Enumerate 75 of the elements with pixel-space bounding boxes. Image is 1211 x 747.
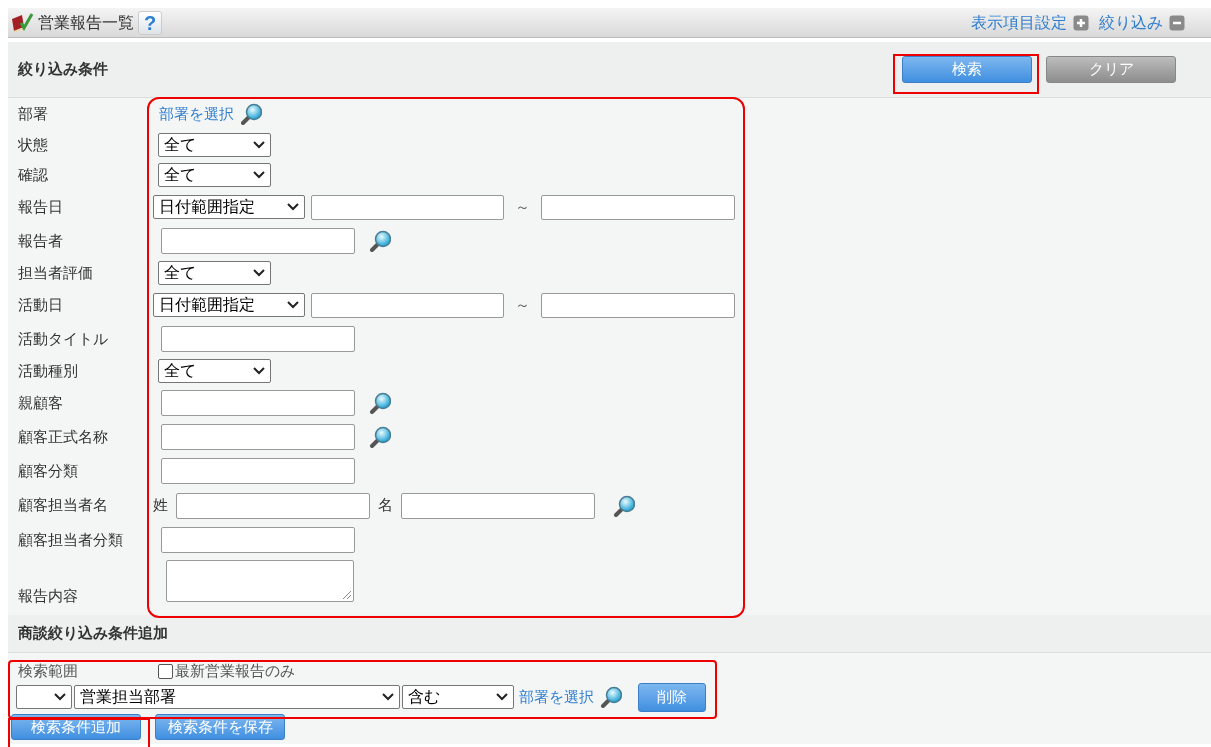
input-field[interactable] [161, 424, 355, 450]
section-title: 商談絞り込み条件追加 [18, 623, 168, 644]
dropdown[interactable]: 含む [402, 685, 514, 709]
field-label: 活動タイトル [17, 328, 109, 349]
field-label: 姓 [153, 495, 168, 516]
search-icon[interactable] [240, 103, 262, 125]
input-field[interactable] [161, 228, 355, 254]
dropdown[interactable]: 営業担当部署 [74, 685, 400, 709]
input-field[interactable] [161, 458, 355, 484]
text-area[interactable] [166, 560, 354, 602]
dropdown[interactable]: 全て [158, 133, 271, 157]
search-icon[interactable] [613, 494, 635, 517]
chevron-icon [287, 301, 299, 309]
clear-button[interactable]: クリア [1046, 56, 1176, 83]
chevron-icon [253, 269, 265, 277]
field-label: 活動日 [17, 294, 64, 315]
chevron-icon [54, 693, 66, 701]
range-separator: ～ [514, 294, 531, 315]
dropdown[interactable]: 全て [158, 261, 271, 285]
range-separator: ～ [514, 196, 531, 217]
input-field[interactable] [311, 292, 504, 318]
section-title: 絞り込み条件 [18, 59, 108, 80]
plus-icon[interactable] [1073, 14, 1089, 31]
search-button[interactable]: 検索 [902, 56, 1032, 83]
input-field[interactable] [541, 292, 735, 318]
chevron-icon [253, 171, 265, 179]
field-label: 顧客担当者名 [17, 495, 109, 516]
input-field[interactable] [161, 326, 355, 352]
input-field[interactable] [541, 194, 735, 220]
field-label: 活動種別 [17, 360, 79, 381]
field-label: 親顧客 [17, 392, 64, 413]
field-label: 名 [378, 495, 393, 516]
dropdown[interactable]: 全て [158, 163, 271, 187]
input-field[interactable] [161, 527, 355, 553]
chevron-icon [287, 203, 299, 211]
chevron-icon [253, 141, 265, 149]
field-label: 確認 [17, 164, 49, 185]
search-icon[interactable] [369, 230, 391, 252]
field-label: 報告者 [17, 230, 64, 251]
page-title: 営業報告一覧 [38, 12, 134, 33]
action-button[interactable]: 検索条件追加 [11, 714, 141, 740]
dropdown[interactable]: 全て [158, 359, 271, 383]
search-icon[interactable] [600, 686, 622, 708]
field-label: 担当者評価 [17, 262, 94, 283]
field-label: 部署 [17, 103, 49, 124]
field-label: 顧客分類 [17, 460, 79, 481]
resize-handle-icon[interactable] [342, 590, 352, 600]
header-link[interactable]: 表示項目設定 [971, 10, 1067, 35]
minus-icon[interactable] [1169, 14, 1185, 31]
dropdown[interactable]: 日付範囲指定 [153, 293, 305, 317]
checkbox[interactable] [158, 663, 173, 679]
header-link[interactable]: 絞り込み [1099, 10, 1163, 35]
field-label: 顧客正式名称 [17, 426, 109, 447]
chevron-icon [253, 367, 265, 375]
dropdown[interactable] [16, 685, 72, 709]
select-department-link[interactable]: 部署を選択 [159, 102, 234, 126]
dropdown[interactable]: 日付範囲指定 [153, 195, 305, 219]
delete-button[interactable]: 削除 [638, 682, 706, 712]
input-field[interactable] [311, 194, 504, 220]
chevron-icon [496, 693, 508, 701]
field-label: 顧客担当者分類 [17, 529, 124, 550]
action-button[interactable]: 検索条件を保存 [155, 714, 285, 740]
chevron-icon [382, 693, 394, 701]
help-button[interactable]: ? [138, 10, 162, 35]
input-field[interactable] [176, 492, 370, 519]
field-label: 報告内容 [17, 585, 79, 606]
input-field[interactable] [401, 492, 595, 519]
field-label: 検索範囲 [17, 660, 79, 681]
field-label: 報告日 [17, 196, 64, 217]
search-icon[interactable] [369, 392, 391, 414]
field-label: 状態 [17, 134, 49, 155]
select-department-link[interactable]: 部署を選択 [519, 685, 594, 709]
checkbox-label: 最新営業報告のみ [175, 660, 295, 681]
search-icon[interactable] [369, 426, 391, 448]
input-field[interactable] [161, 390, 355, 416]
